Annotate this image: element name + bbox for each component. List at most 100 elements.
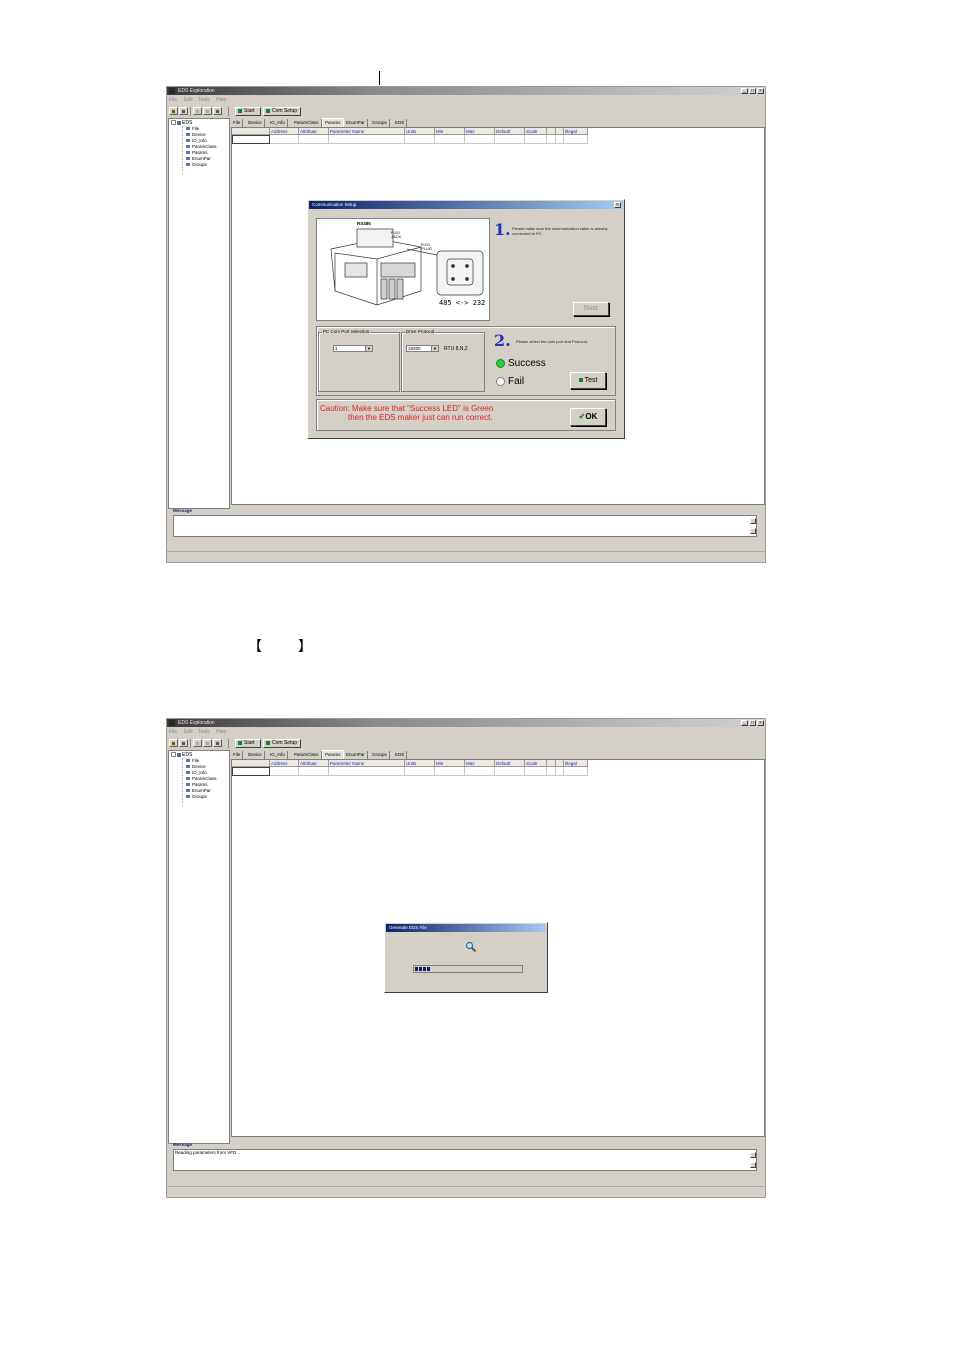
close-button[interactable]: ×: [757, 88, 764, 94]
baud-rate-select[interactable]: 19200 ▼: [406, 345, 439, 352]
tab-device[interactable]: Device: [246, 751, 265, 759]
tree-item-params[interactable]: Params: [186, 150, 208, 155]
ok-button[interactable]: ✔OK: [570, 408, 606, 426]
tree-item-io-info[interactable]: IO_Info: [186, 770, 207, 775]
grid-cell[interactable]: [405, 767, 435, 776]
menu-help[interactable]: Help: [216, 728, 226, 736]
tree-item-groups[interactable]: Groups: [186, 162, 207, 167]
grid-cell-selected[interactable]: [232, 135, 270, 144]
grid-cell[interactable]: [564, 135, 588, 144]
minimize-button[interactable]: _: [741, 88, 748, 94]
grid-cell[interactable]: [299, 767, 329, 776]
tree-item-paramclass[interactable]: ParamClass: [186, 776, 217, 781]
tree-item-enumpar[interactable]: EnumPar: [186, 788, 211, 793]
open-folder-icon[interactable]: [169, 739, 178, 747]
tab-enumpar[interactable]: EnumPar: [344, 751, 368, 759]
menu-tools[interactable]: Tools: [198, 728, 210, 736]
chevron-down-icon[interactable]: ▼: [431, 346, 438, 351]
prev-icon[interactable]: [193, 739, 202, 747]
tab-io-info[interactable]: IO_Info: [268, 119, 288, 127]
grid-cell[interactable]: [556, 135, 564, 144]
prev-icon[interactable]: [193, 107, 202, 115]
tree-item-file[interactable]: File: [186, 758, 199, 763]
grid-cell[interactable]: [329, 767, 405, 776]
menu-file[interactable]: File: [169, 728, 177, 736]
grid-cell[interactable]: [435, 767, 465, 776]
grid-cell[interactable]: [495, 135, 525, 144]
menu-edit[interactable]: Edit: [184, 728, 193, 736]
tab-groups[interactable]: Groups: [370, 751, 390, 759]
grid-cell[interactable]: [465, 135, 495, 144]
close-icon[interactable]: ×: [614, 202, 621, 208]
save-icon[interactable]: [179, 107, 188, 115]
tab-params[interactable]: Params: [322, 118, 344, 127]
grid-cell-selected[interactable]: [232, 767, 270, 776]
tab-groups[interactable]: Groups: [370, 119, 390, 127]
tab-eds[interactable]: EDS: [393, 119, 408, 127]
open-folder-icon[interactable]: [169, 107, 178, 115]
grid-cell[interactable]: [465, 767, 495, 776]
com-port-select[interactable]: 1 ▼: [333, 345, 373, 352]
menu-edit[interactable]: Edit: [184, 96, 193, 104]
tab-file[interactable]: File: [231, 119, 244, 127]
message-box[interactable]: Reading parameters from VFD...: [173, 1149, 757, 1171]
tree-item-params[interactable]: Params: [186, 782, 208, 787]
save-icon[interactable]: [179, 739, 188, 747]
grid-cell[interactable]: [556, 767, 564, 776]
tree-item-enumpar[interactable]: EnumPar: [186, 156, 211, 161]
start-button[interactable]: Start: [235, 107, 261, 116]
tree-root-eds[interactable]: EDS: [171, 120, 192, 126]
tab-params[interactable]: Params: [322, 750, 344, 759]
close-button[interactable]: ×: [757, 720, 764, 726]
chevron-down-icon[interactable]: ▼: [365, 346, 372, 351]
tree-item-paramclass[interactable]: ParamClass: [186, 144, 217, 149]
help-icon[interactable]: [213, 739, 222, 747]
grid-cell[interactable]: [525, 135, 547, 144]
next-icon[interactable]: [203, 107, 212, 115]
maximize-button[interactable]: □: [749, 720, 756, 726]
tree-root-eds[interactable]: EDS: [171, 752, 192, 758]
collapse-toggle-icon[interactable]: [171, 752, 176, 757]
com-setup-button[interactable]: Com Setup: [263, 739, 301, 748]
next-icon[interactable]: [203, 739, 212, 747]
grid-cell[interactable]: [299, 135, 329, 144]
grid-cell[interactable]: [435, 135, 465, 144]
grid-cell[interactable]: [270, 135, 299, 144]
grid-cell[interactable]: [547, 767, 556, 776]
maximize-button[interactable]: □: [749, 88, 756, 94]
test-button[interactable]: Test: [570, 372, 606, 389]
collapse-toggle-icon[interactable]: [171, 120, 176, 125]
minimize-button[interactable]: _: [741, 720, 748, 726]
grid-cell[interactable]: [329, 135, 405, 144]
scroll-down-icon[interactable]: [750, 528, 756, 534]
tab-eds[interactable]: EDS: [393, 751, 408, 759]
tab-device[interactable]: Device: [246, 119, 265, 127]
tree-item-groups[interactable]: Groups: [186, 794, 207, 799]
com-setup-button[interactable]: Com Setup: [263, 107, 301, 116]
tab-paramclass[interactable]: ParamClass: [292, 119, 322, 127]
grid-cell[interactable]: [495, 767, 525, 776]
scroll-up-icon[interactable]: [750, 518, 756, 524]
tree-item-io-info[interactable]: IO_Info: [186, 138, 207, 143]
tab-file[interactable]: File: [231, 751, 244, 759]
tab-paramclass[interactable]: ParamClass: [292, 751, 322, 759]
next-button[interactable]: Next: [573, 302, 609, 316]
menu-file[interactable]: File: [169, 96, 177, 104]
tree-item-device[interactable]: Device: [186, 764, 206, 769]
scroll-up-icon[interactable]: [750, 1152, 756, 1158]
grid-cell[interactable]: [564, 767, 588, 776]
start-button[interactable]: Start: [235, 739, 261, 748]
grid-cell[interactable]: [405, 135, 435, 144]
tree-item-file[interactable]: File: [186, 126, 199, 131]
tab-enumpar[interactable]: EnumPar: [344, 119, 368, 127]
help-icon[interactable]: [213, 107, 222, 115]
menu-help[interactable]: Help: [216, 96, 226, 104]
tree-item-device[interactable]: Device: [186, 132, 206, 137]
grid-cell[interactable]: [547, 135, 556, 144]
menu-tools[interactable]: Tools: [198, 96, 210, 104]
message-box[interactable]: [173, 515, 757, 537]
grid-cell[interactable]: [525, 767, 547, 776]
tab-io-info[interactable]: IO_Info: [268, 751, 288, 759]
scroll-down-icon[interactable]: [750, 1162, 756, 1168]
grid-cell[interactable]: [270, 767, 299, 776]
